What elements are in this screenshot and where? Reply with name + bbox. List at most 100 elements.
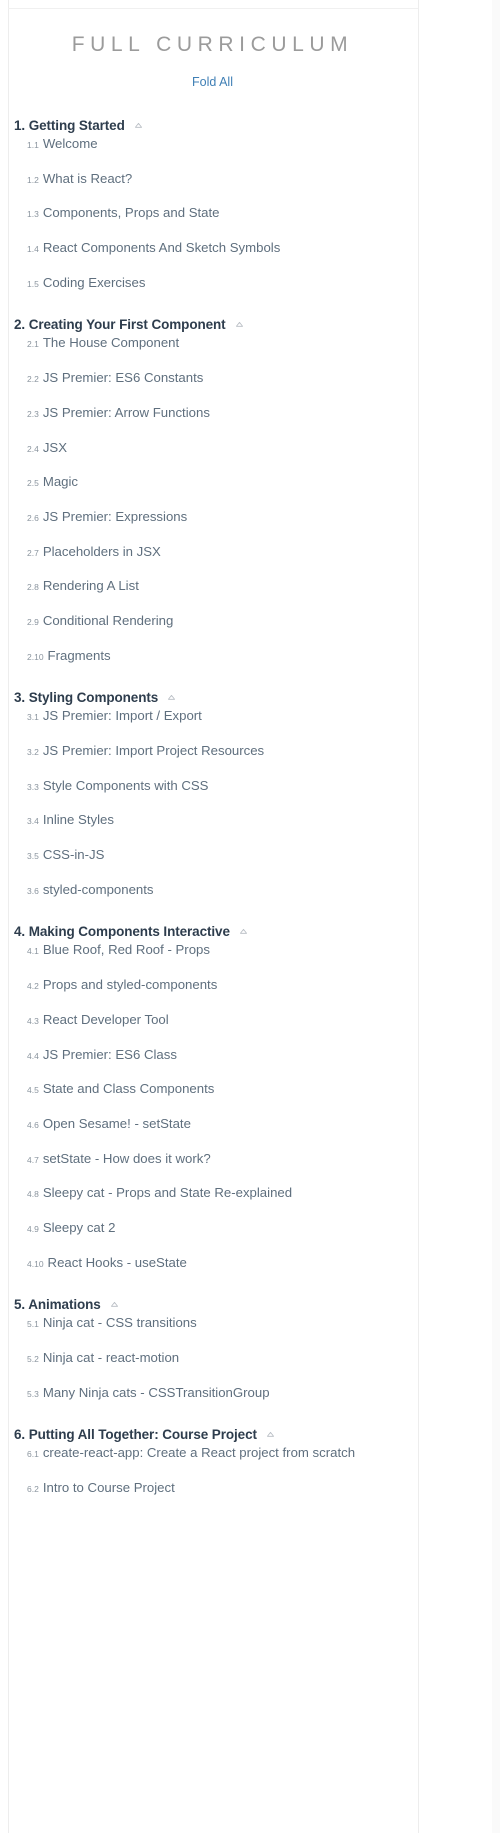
section-list: 1. Getting Started 1.1 Welcome 1.2 What is R… — [0, 115, 500, 1516]
lesson-item[interactable]: 2.2 JS Premier: ES6 Constants — [14, 371, 500, 406]
lesson-item[interactable]: 1.5 Coding Exercises — [14, 276, 500, 311]
lesson-number: 4.4 — [27, 1050, 39, 1061]
lesson-title: React Developer Tool — [42, 1011, 169, 1027]
lesson-title: Conditional Rendering — [42, 612, 174, 628]
lesson-title: JS Premier: Import / Export — [42, 708, 202, 724]
lesson-item[interactable]: 4.8 Sleepy cat - Props and State Re-expla… — [14, 1186, 500, 1221]
lesson-item[interactable]: 1.2 What is React? — [14, 170, 500, 207]
lesson-item[interactable]: 2.7 Placeholders in JSX — [14, 543, 500, 580]
lesson-item[interactable]: 5.1 Ninja cat - CSS transitions — [14, 1316, 500, 1351]
lesson-number: 2.1 — [27, 339, 39, 350]
lesson-item[interactable]: 6.1 create-react-app: Create a React proj… — [14, 1446, 500, 1481]
lesson-number: 3.4 — [27, 816, 39, 827]
fold-all-link[interactable]: Fold All — [192, 74, 233, 90]
chevron-up-icon[interactable] — [167, 693, 176, 702]
lesson-list: 3.1 JS Premier: Import / Export 3.2 JS Prem… — [14, 709, 500, 917]
lesson-title: styled-components — [42, 881, 154, 897]
lesson-number: 4.8 — [27, 1189, 39, 1200]
lesson-title: CSS-in-JS — [42, 847, 105, 863]
lesson-item[interactable]: 4.2 Props and styled-components — [14, 978, 500, 1013]
lesson-number: 3.1 — [27, 712, 39, 723]
lesson-item[interactable]: 3.6 styled-components — [14, 883, 500, 918]
section-header-5[interactable]: 5. Animations — [14, 1294, 500, 1316]
lesson-title: Sleepy cat - Props and State Re-explaine… — [42, 1185, 293, 1201]
lesson-title: setState - How does it work? — [42, 1150, 211, 1166]
lesson-item[interactable]: 4.6 Open Sesame! - setState — [14, 1117, 500, 1152]
lesson-title: Welcome — [42, 136, 98, 151]
lesson-title: Fragments — [47, 647, 111, 663]
chevron-up-icon[interactable] — [239, 927, 248, 936]
lesson-number: 2.6 — [27, 512, 39, 523]
lesson-item[interactable]: 3.2 JS Premier: Import Project Resources — [14, 744, 500, 779]
lesson-item[interactable]: 3.1 JS Premier: Import / Export — [14, 709, 500, 744]
section-header-1[interactable]: 1. Getting Started — [14, 115, 500, 137]
lesson-item[interactable]: 2.8 Rendering A List — [14, 579, 500, 614]
lesson-item[interactable]: 1.4 React Components And Sketch Symbols — [14, 241, 500, 276]
lesson-item[interactable]: 2.4 JSX — [14, 439, 500, 476]
lesson-item[interactable]: 3.4 Inline Styles — [14, 813, 500, 848]
curriculum-section: 5. Animations 5.1 Ninja cat - CSS transiti… — [14, 1294, 500, 1420]
lesson-item[interactable]: 5.2 Ninja cat - react-motion — [14, 1351, 500, 1386]
lesson-number: 3.5 — [27, 851, 39, 862]
lesson-item[interactable]: 2.6 JS Premier: Expressions — [14, 510, 500, 545]
lesson-item[interactable]: 4.9 Sleepy cat 2 — [14, 1221, 500, 1256]
lesson-number: 2.4 — [27, 443, 39, 454]
lesson-title: JSX — [42, 439, 68, 455]
lesson-title: JS Premier: Import Project Resources — [42, 743, 265, 758]
lesson-item[interactable]: 3.3 Style Components with CSS — [14, 778, 500, 814]
lesson-item[interactable]: 2.9 Conditional Rendering — [14, 614, 500, 649]
lesson-item[interactable]: 4.3 React Developer Tool — [14, 1013, 500, 1048]
section-title: 3. Styling Components — [14, 690, 159, 706]
lesson-item[interactable]: 5.3 Many Ninja cats - CSSTransitionGroup — [14, 1384, 500, 1421]
lesson-item[interactable]: 2.1 The House Component — [14, 336, 500, 371]
lesson-number: 6.1 — [27, 1449, 39, 1460]
lesson-item[interactable]: 4.10 React Hooks - useState — [14, 1255, 500, 1291]
section-header-4[interactable]: 4. Making Components Interactive — [14, 921, 500, 943]
lesson-item[interactable]: 4.5 State and Class Components — [14, 1082, 500, 1117]
lesson-item[interactable]: 6.2 Intro to Course Project — [14, 1481, 500, 1516]
lesson-title: Props and styled-components — [42, 977, 218, 993]
lesson-list: 6.1 create-react-app: Create a React proj… — [14, 1446, 500, 1515]
lesson-item[interactable]: 4.7 setState - How does it work? — [14, 1150, 500, 1187]
lesson-title: Ninja cat - react-motion — [42, 1350, 180, 1365]
section-header-3[interactable]: 3. Styling Components — [14, 687, 500, 709]
lesson-number: 3.3 — [27, 781, 39, 792]
lesson-item[interactable]: 1.3 Components, Props and State — [14, 206, 500, 241]
lesson-list: 5.1 Ninja cat - CSS transitions 5.2 Ninja c… — [14, 1316, 500, 1420]
lesson-item[interactable]: 3.5 CSS-in-JS — [14, 848, 500, 883]
lesson-title: Sleepy cat 2 — [42, 1219, 116, 1235]
chevron-up-icon[interactable] — [134, 121, 143, 130]
lesson-item[interactable]: 1.1 Welcome — [14, 137, 500, 172]
lesson-title: create-react-app: Create a React project… — [42, 1445, 356, 1461]
chevron-up-icon[interactable] — [235, 320, 244, 329]
lesson-title: JS Premier: Arrow Functions — [42, 404, 210, 420]
lesson-number: 2.5 — [27, 478, 39, 489]
curriculum-panel: FULL CURRICULUM Fold All 1. Getting Star… — [0, 0, 500, 1516]
lesson-number: 2.9 — [27, 616, 39, 627]
lesson-title: State and Class Components — [42, 1081, 215, 1097]
lesson-item[interactable]: 4.4 JS Premier: ES6 Class — [14, 1047, 500, 1083]
lesson-number: 4.3 — [27, 1015, 39, 1026]
section-header-6[interactable]: 6. Putting All Together: Course Project — [14, 1424, 500, 1446]
lesson-item[interactable]: 2.5 Magic — [14, 475, 500, 510]
chevron-up-icon[interactable] — [110, 1300, 119, 1309]
lesson-item[interactable]: 4.1 Blue Roof, Red Roof - Props — [14, 943, 500, 978]
lesson-number: 1.4 — [27, 244, 39, 255]
lesson-number: 4.6 — [27, 1119, 39, 1130]
lesson-title: What is React? — [42, 170, 133, 186]
curriculum-section: 4. Making Components Interactive 4.1 Blue … — [14, 921, 500, 1290]
lesson-number: 2.10 — [27, 651, 44, 662]
curriculum-section: 1. Getting Started 1.1 Welcome 1.2 What is R… — [14, 115, 500, 310]
lesson-number: 2.7 — [27, 547, 39, 558]
section-header-2[interactable]: 2. Creating Your First Component — [14, 314, 500, 336]
lesson-title: Rendering A List — [42, 578, 139, 594]
lesson-item[interactable]: 2.3 JS Premier: Arrow Functions — [14, 406, 500, 441]
chevron-up-icon[interactable] — [266, 1430, 275, 1439]
lesson-number: 1.2 — [27, 174, 39, 185]
lesson-item[interactable]: 2.10 Fragments — [14, 647, 500, 684]
lesson-list: 2.1 The House Component 2.2 JS Premier: ES6… — [14, 336, 500, 683]
lesson-title: Placeholders in JSX — [42, 543, 161, 559]
lesson-title: Many Ninja cats - CSSTransitionGroup — [42, 1384, 270, 1400]
lesson-title: Open Sesame! - setState — [42, 1115, 191, 1131]
lesson-number: 5.2 — [27, 1354, 39, 1364]
